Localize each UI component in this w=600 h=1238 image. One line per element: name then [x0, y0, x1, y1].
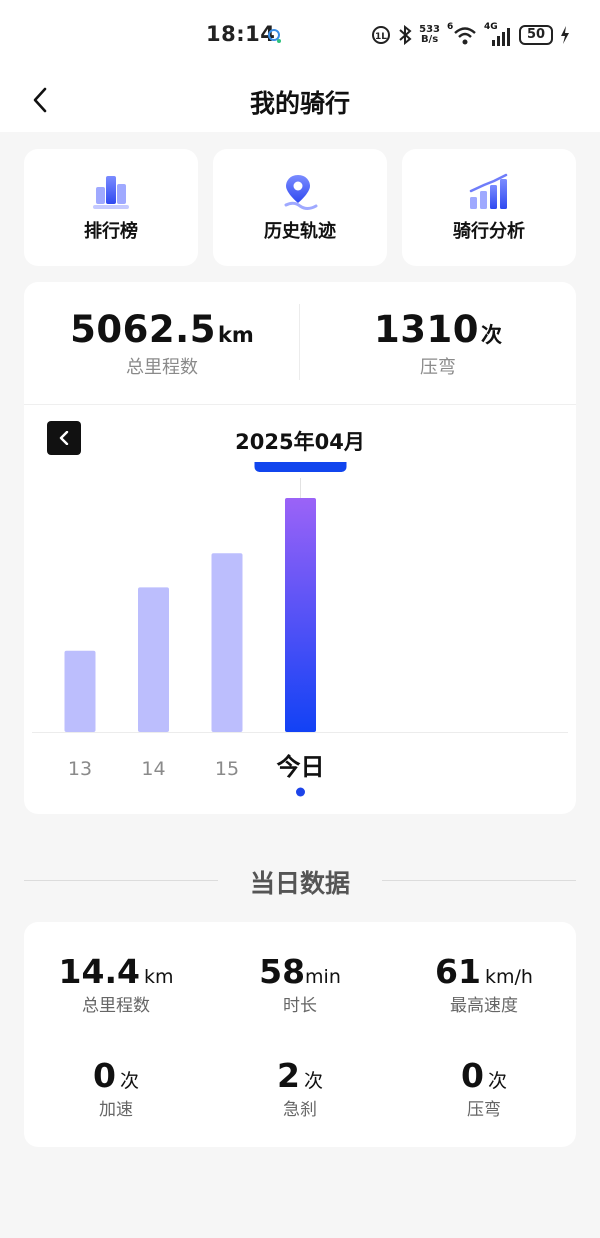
bar-今日[interactable]: [285, 498, 316, 732]
daily-data-title: 当日数据: [249, 869, 350, 898]
metric-label: 急刹: [283, 1100, 317, 1120]
section-line-right: [382, 880, 576, 881]
metric-value: 61: [435, 952, 481, 991]
metric-unit: km/h: [484, 966, 533, 988]
net-speed-unit: B/s: [420, 34, 439, 45]
card-divider: [24, 404, 576, 405]
total-distance-value: 5062.5: [70, 308, 216, 351]
month-label: 2025年04月: [235, 430, 365, 454]
metric-value: 58: [259, 952, 306, 991]
metric-label: 加速: [99, 1100, 133, 1120]
analysis-icon-wrap: [402, 173, 576, 211]
status-bar: 18:14 1L 533 B/s 6 4G 50: [0, 0, 600, 70]
wifi-indicator: 6: [447, 22, 477, 46]
notification-icon: [268, 29, 281, 43]
metric-unit: 次: [119, 1070, 139, 1092]
selected-day-indicator: [296, 787, 305, 797]
bar-14[interactable]: [138, 587, 169, 732]
history-icon-wrap: [213, 173, 387, 211]
metric-label: 压弯: [467, 1100, 501, 1120]
net-speed: 533 B/s: [419, 25, 440, 45]
tile-label: 排行榜: [84, 221, 138, 242]
x-tick-label[interactable]: 今日: [277, 753, 325, 781]
daily-data-card: 14.4 km 总里程数 58min 时长 61 km/h 最高速度 0次 加速 2…: [24, 922, 576, 1147]
metric-label: 总里程数: [82, 996, 150, 1016]
history-track-tile[interactable]: 历史轨迹: [213, 149, 387, 266]
daily-distance: 14.4 km 总里程数: [24, 952, 208, 1016]
daily-lean: 0次 压弯: [392, 1056, 576, 1120]
battery-indicator: 50: [519, 25, 553, 45]
metric-value: 2: [277, 1056, 300, 1095]
x-tick-label[interactable]: 13: [68, 758, 92, 780]
leaderboard-icon: [93, 176, 129, 209]
svg-text:1L: 1L: [375, 32, 387, 42]
bluetooth-icon: [399, 25, 412, 45]
metric-unit: 次: [487, 1070, 507, 1092]
x-tick-label[interactable]: 15: [215, 758, 239, 780]
signal-icon: [492, 28, 510, 46]
leaderboard-icon-wrap: [24, 173, 198, 211]
metric-unit: km: [143, 966, 174, 988]
status-time: 18:14: [206, 22, 276, 46]
metric-unit: min: [305, 966, 341, 988]
cell-indicator: 4G: [484, 22, 512, 46]
x-tick-label[interactable]: 14: [141, 758, 165, 780]
daily-distance-chart: 13 14 15 今日 14.4 km: [32, 462, 568, 797]
total-distance-label: 总里程数: [126, 357, 198, 378]
metric-value: 0: [93, 1056, 116, 1095]
metric-unit: 次: [303, 1070, 323, 1092]
lean-count-value: 1310: [374, 308, 479, 351]
ride-summary-card: 5062.5km 总里程数 1310次 压弯 2025年04月 13 14 15 今日…: [24, 282, 576, 814]
page-title: 我的骑行: [249, 89, 350, 118]
bar-13[interactable]: [64, 650, 96, 732]
tile-label: 历史轨迹: [264, 221, 336, 242]
leaderboard-tile[interactable]: 排行榜: [24, 149, 198, 266]
value-tooltip-label: 14.4 km: [266, 462, 336, 467]
tile-label: 骑行分析: [453, 221, 525, 242]
status-indicators: 1L 533 B/s 6 4G 50: [371, 22, 570, 48]
daily-acceleration: 0次 加速: [24, 1056, 208, 1120]
bar-15[interactable]: [211, 553, 243, 732]
header: 我的骑行: [0, 70, 600, 132]
metric-label: 最高速度: [450, 996, 518, 1016]
daily-max-speed: 61 km/h 最高速度: [392, 952, 576, 1016]
metric-label: 时长: [283, 996, 317, 1016]
lean-count-label: 压弯: [420, 357, 456, 378]
metric-value: 14.4: [58, 952, 140, 991]
map-pin-route-icon: [284, 175, 318, 210]
total-distance-unit: km: [217, 323, 254, 347]
wifi-icon: [454, 27, 476, 45]
metric-value: 0: [461, 1056, 484, 1095]
ride-analysis-tile[interactable]: 骑行分析: [402, 149, 576, 266]
total-distance-summary: 5062.5km 总里程数: [24, 308, 300, 379]
lean-count-unit: 次: [480, 323, 502, 347]
lean-count-summary: 1310次 压弯: [300, 308, 576, 379]
daily-duration: 58min 时长: [208, 952, 392, 1016]
hd-call-icon: 1L: [372, 26, 391, 44]
charging-icon: [561, 26, 569, 44]
daily-hard-braking: 2次 急刹: [208, 1056, 392, 1120]
analysis-chart-icon: [469, 173, 508, 209]
